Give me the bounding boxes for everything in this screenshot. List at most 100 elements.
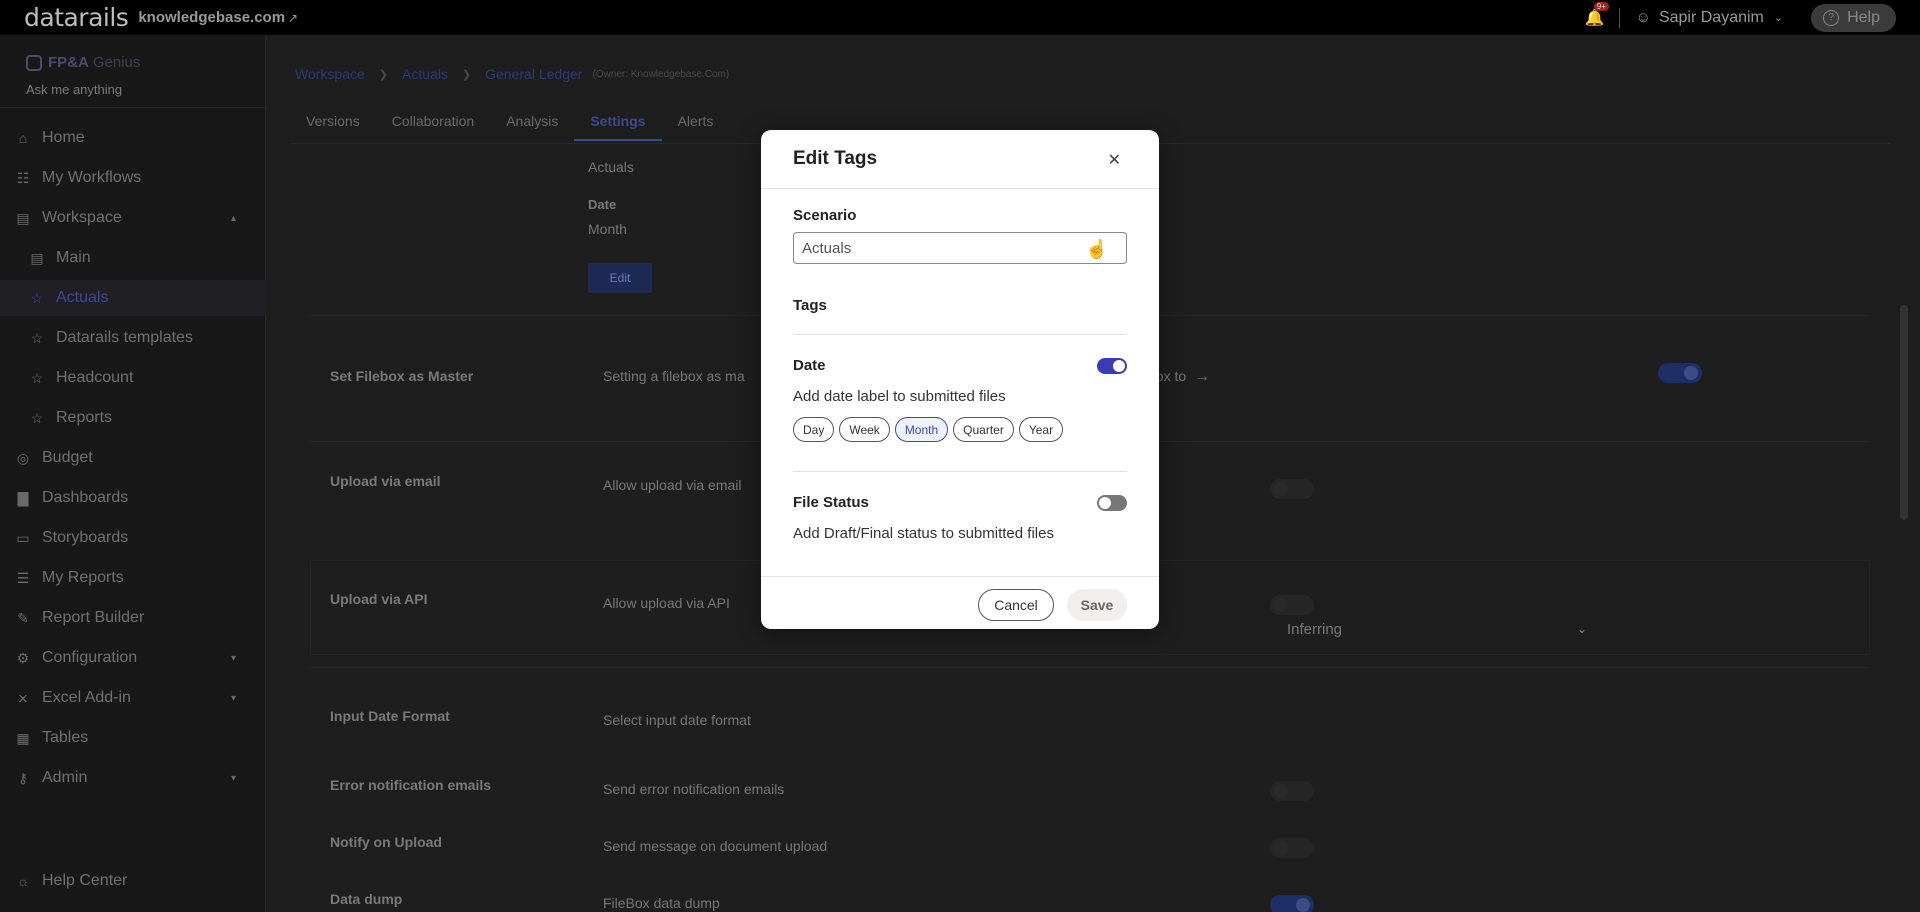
chevron-up-icon: ▴ [230,212,236,224]
document-icon: ☰ [16,569,30,586]
tab-versions[interactable]: Versions [290,113,376,141]
external-link-icon[interactable]: ↗ [288,11,298,25]
presentation-icon: ▭ [16,529,30,546]
toggle-knob [1684,366,1698,380]
user-name: Sapir Dayanim [1658,8,1764,26]
breadcrumb-actuals[interactable]: Actuals [402,66,448,82]
sidebar-item-workspace[interactable]: ▤ Workspace ▴ [0,200,266,236]
sidebar-item-budget[interactable]: ◎ Budget [0,440,266,476]
notification-bell-icon[interactable]: 🔔 9+ [1585,1,1609,28]
sidebar-item-excel-add-in[interactable]: ⨯ Excel Add-in ▾ [0,680,266,716]
breadcrumb-general-ledger[interactable]: General Ledger [485,66,582,82]
sidebar-item-tables[interactable]: ▦ Tables [0,720,266,756]
setting-desc-data-dump: FileBox data dump [603,895,720,911]
chip-year[interactable]: Year [1018,417,1064,442]
date-tag-toggle[interactable] [1097,358,1127,374]
breadcrumb: Workspace ❯ Actuals ❯ General Ledger (Ow… [295,66,729,82]
help-label: Help [1847,8,1880,26]
chevron-down-icon: ⌄ [1576,622,1587,636]
sidebar-item-storyboards[interactable]: ▭ Storyboards [0,520,266,556]
domain-label: knowledgebase.com [138,9,286,26]
tab-analysis[interactable]: Analysis [490,113,574,141]
toggle-knob [1274,482,1288,496]
divider [1618,7,1620,28]
toggle-knob [1099,497,1111,509]
genius-icon [26,54,42,71]
owner-label: (Owner: Knowledgebase.Com) [592,68,730,80]
file-status-label: File Status [793,494,869,511]
chevron-down-icon: ▾ [230,652,236,664]
sidebar-item-my-workflows[interactable]: ☷ My Workflows [0,160,266,196]
cancel-button[interactable]: Cancel [978,589,1054,621]
file-status-toggle[interactable] [1097,495,1127,511]
setting-label-error-emails: Error notification emails [330,777,492,793]
sidebar: FP&A Genius Ask me anything ⌂ Home ☷ My Wo… [0,35,266,912]
fpa-genius-button[interactable]: FP&A Genius [26,54,140,71]
close-icon[interactable]: ✕ [1108,150,1121,170]
sidebar-item-actuals[interactable]: ☆ Actuals [0,280,266,316]
sidebar-item-help-center[interactable]: ☼ Help Center [0,863,266,899]
sidebar-item-datarails-templates[interactable]: ☆ Datarails templates [0,320,266,356]
date-format-select[interactable]: Inferring ⌄ [1287,614,1587,644]
folder-icon: ▤ [30,249,44,266]
tab-alerts[interactable]: Alerts [662,113,730,141]
setting-desc-master: Setting a filebox as ma [603,368,745,384]
sidebar-item-dashboards[interactable]: ▇ Dashboards [0,480,266,516]
sidebar-item-headcount[interactable]: ☆ Headcount [0,360,266,396]
edit-tags-button[interactable]: Edit [588,263,652,293]
sidebar-item-label: Budget [42,449,93,466]
ask-me-anything-input[interactable]: Ask me anything [26,82,122,97]
sidebar-item-label: Admin [42,769,88,786]
scrollbar[interactable] [1900,305,1908,520]
sidebar-divider [0,107,266,108]
chip-quarter[interactable]: Quarter [953,417,1014,442]
toggle-notify-upload[interactable] [1270,838,1314,858]
sidebar-item-label: My Workflows [42,169,142,186]
sidebar-item-my-reports[interactable]: ☰ My Reports [0,560,266,596]
date-format-value: Inferring [1287,620,1343,638]
chip-day[interactable]: Day [793,417,835,442]
breadcrumb-workspace[interactable]: Workspace [295,66,365,82]
sidebar-item-reports[interactable]: ☆ Reports [0,400,266,436]
tab-settings[interactable]: Settings [574,113,662,141]
chevron-down-icon: ▾ [230,692,236,704]
chip-month[interactable]: Month [894,417,949,442]
scenario-select[interactable]: Actuals ☝ [793,232,1127,264]
sidebar-item-configuration[interactable]: ⚙ Configuration ▾ [0,640,266,676]
date-tag-label: Date [793,357,826,374]
edit-icon: ✎ [17,609,29,626]
tab-collaboration[interactable]: Collaboration [376,113,491,141]
sidebar-item-admin[interactable]: ⚷ Admin ▾ [0,760,266,796]
save-button[interactable]: Save [1067,589,1127,621]
chip-week[interactable]: Week [839,417,890,442]
modal-header: Edit Tags ✕ [761,130,1159,189]
sidebar-item-main[interactable]: ▤ Main [0,240,266,276]
setting-label-master: Set Filebox as Master [330,368,474,384]
sidebar-item-label: Actuals [56,289,109,306]
arrow-right-icon[interactable]: → [1194,368,1210,385]
toggle-upload-api[interactable] [1270,595,1314,615]
sidebar-item-home[interactable]: ⌂ Home [0,120,266,156]
setting-desc-notify-upload: Send message on document upload [603,838,828,854]
toggle-upload-email[interactable] [1270,479,1314,499]
user-icon: ☺ [1635,9,1651,26]
toggle-master[interactable] [1658,363,1702,383]
edit-tags-modal: Edit Tags ✕ Scenario Actuals ☝ Tags Date… [761,130,1159,629]
notification-badge: 9+ [1593,1,1609,11]
folder-icon: ▤ [16,209,30,226]
sidebar-item-report-builder[interactable]: ✎ Report Builder [0,600,266,636]
file-status-description: Add Draft/Final status to submitted file… [793,525,1054,542]
star-icon: ☆ [30,289,44,306]
datarails-logo[interactable]: datarails [24,3,129,32]
user-menu[interactable]: ☺ Sapir Dayanim ⌄ [1636,9,1783,27]
help-button[interactable]: ? Help [1811,3,1896,32]
toggle-error-emails[interactable] [1270,781,1314,801]
toggle-data-dump[interactable] [1270,895,1314,912]
chevron-down-icon: ▾ [230,772,236,784]
chevron-down-icon: ⌄ [1773,12,1784,24]
modal-title: Edit Tags [793,148,878,169]
star-icon: ☆ [30,409,44,426]
sidebar-item-label: Tables [42,729,89,746]
toggle-knob [1296,898,1310,912]
date-option-chips: Day Week Month Quarter Year [793,417,1064,442]
